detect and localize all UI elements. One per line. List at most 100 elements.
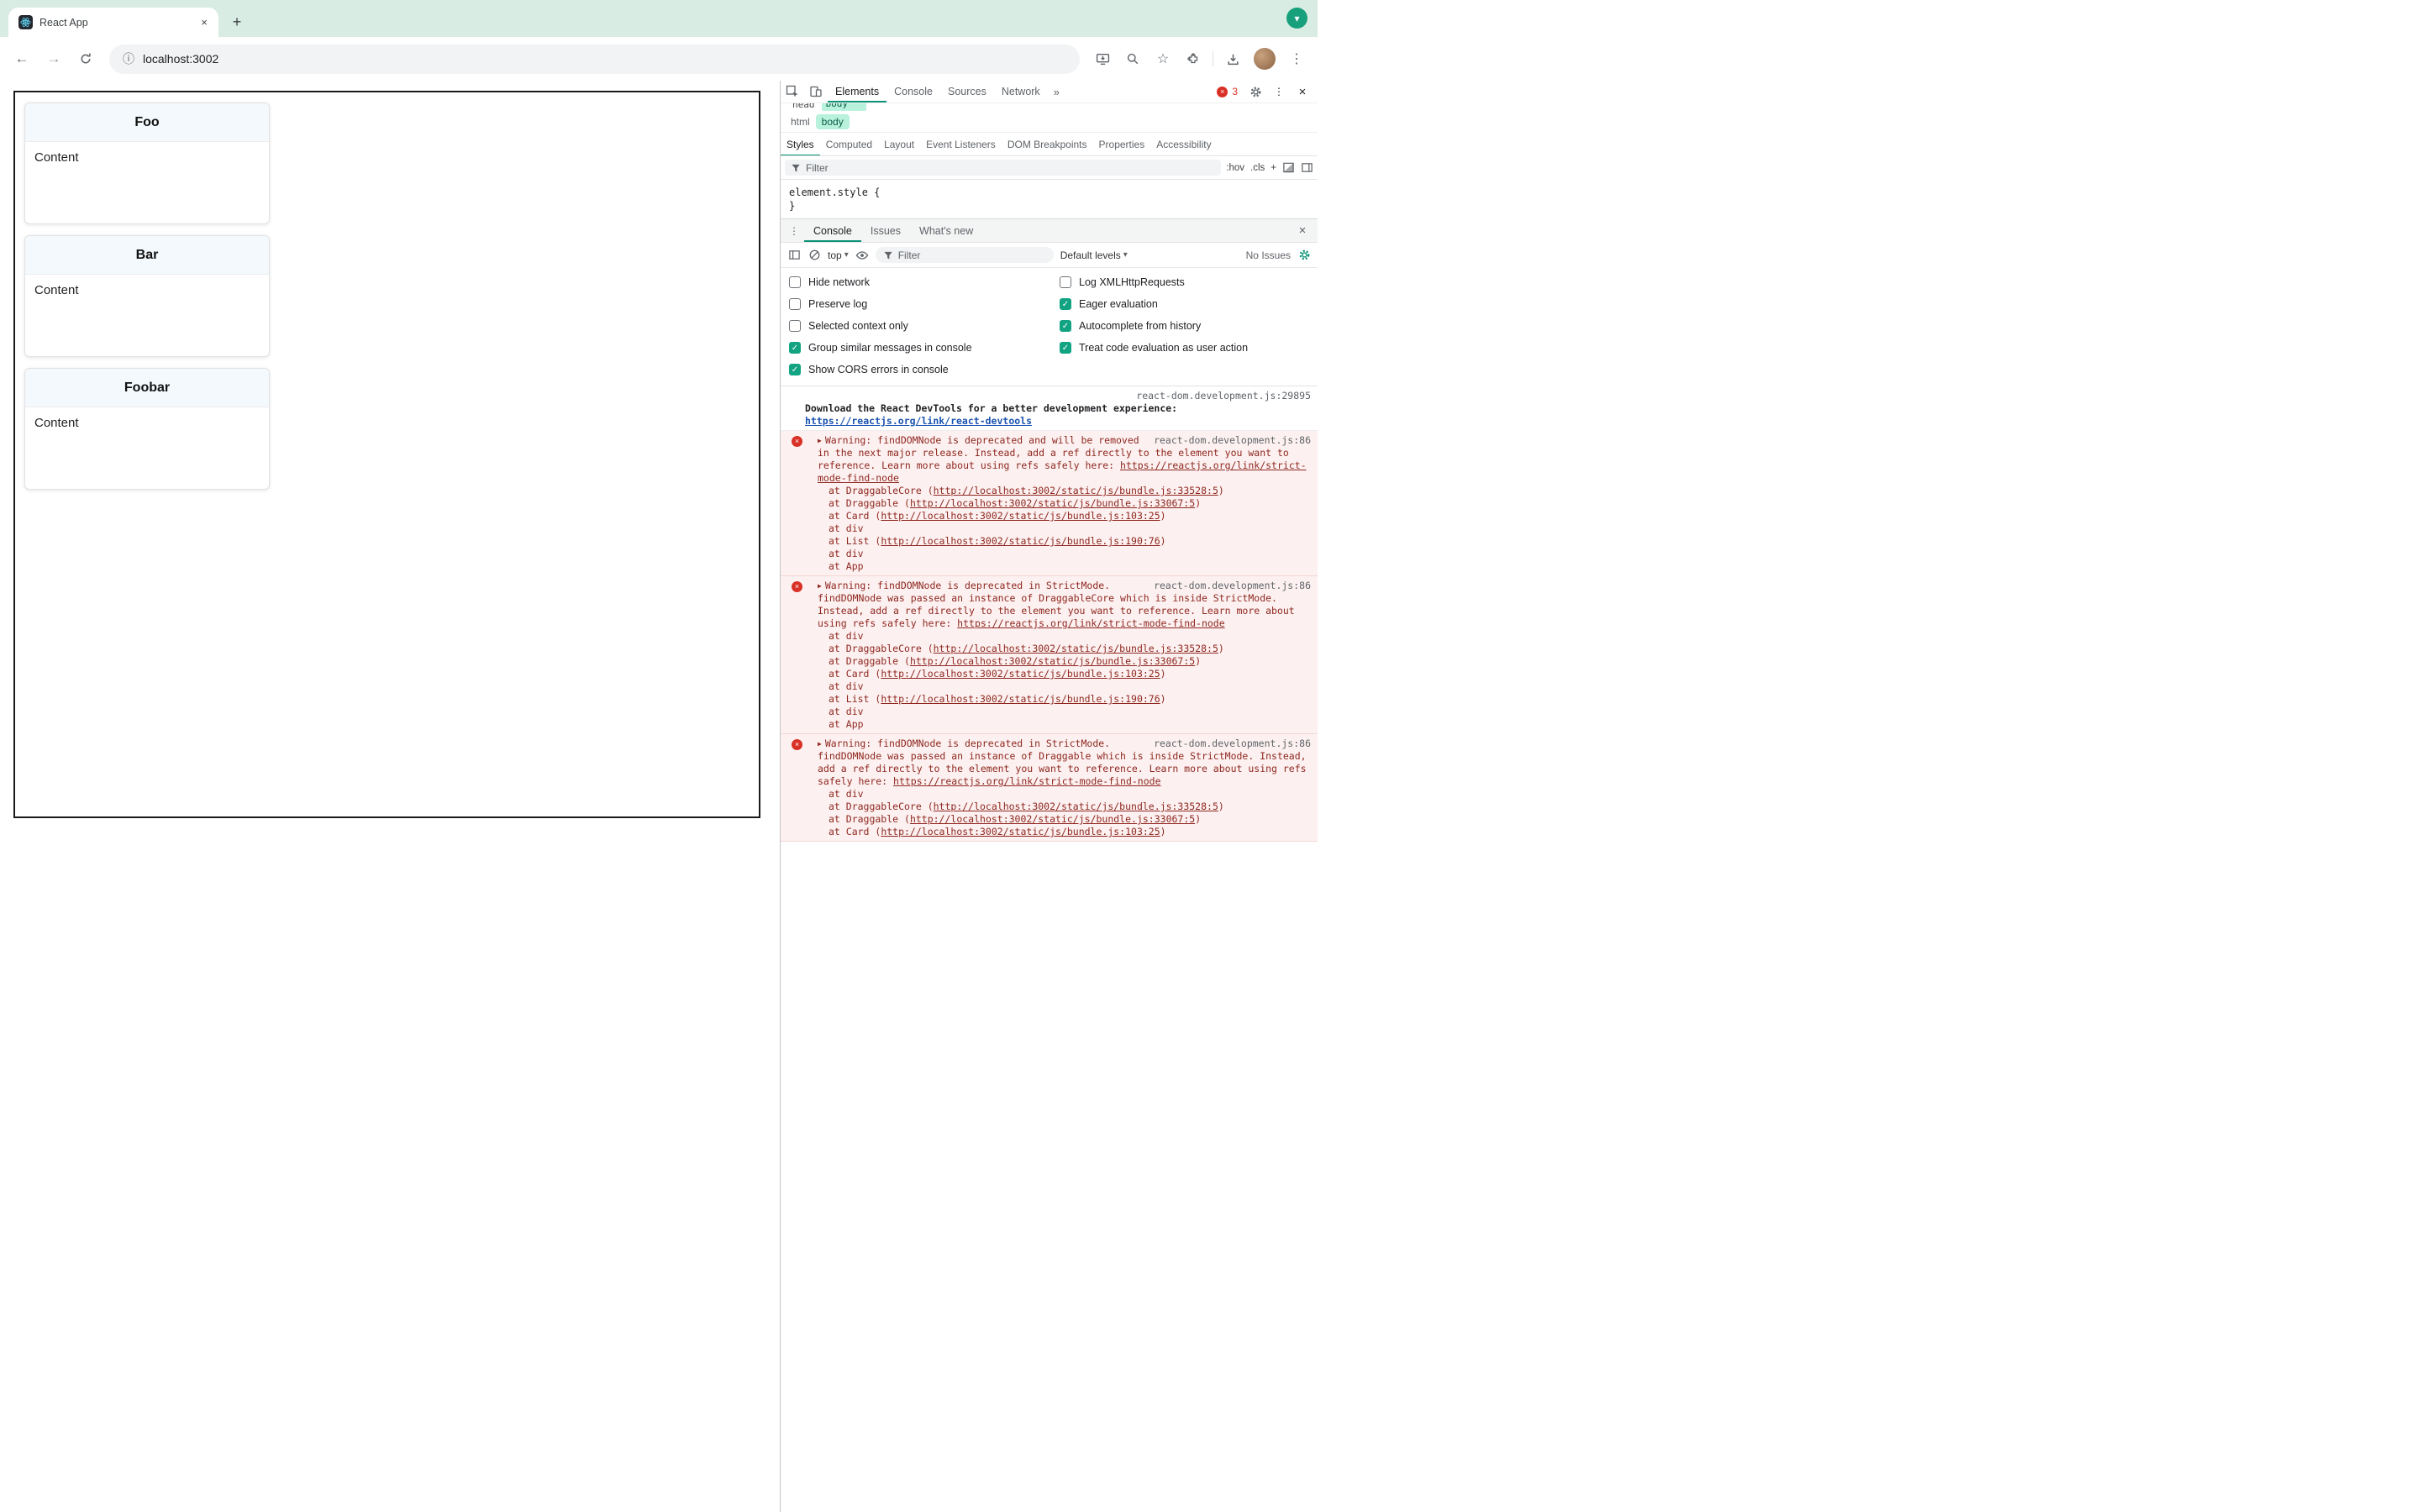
tab-close-icon[interactable]: ×	[197, 15, 212, 30]
console-sidebar-toggle-icon[interactable]	[787, 249, 801, 262]
draggable-card-bar[interactable]: Bar Content	[24, 235, 270, 357]
context-selector[interactable]: top ▾	[828, 249, 849, 261]
live-expression-eye-icon[interactable]	[855, 249, 869, 262]
styles-tab-accessibility[interactable]: Accessibility	[1150, 133, 1217, 155]
stack-frame-link[interactable]: http://localhost:3002/static/js/bundle.j…	[934, 801, 1218, 812]
checkbox[interactable]	[789, 276, 801, 288]
rendering-emulation-icon[interactable]	[1281, 161, 1295, 175]
log-levels-dropdown[interactable]: Default levels ▾	[1060, 249, 1128, 261]
checkbox[interactable]: ✓	[789, 342, 801, 354]
stack-frame-link[interactable]: http://localhost:3002/static/js/bundle.j…	[881, 510, 1160, 522]
downloads-icon[interactable]	[1218, 45, 1247, 73]
style-toggle--[interactable]: +	[1270, 163, 1276, 173]
styles-tab-dom-breakpoints[interactable]: DOM Breakpoints	[1002, 133, 1093, 155]
devtools-tab-network[interactable]: Network	[994, 81, 1048, 102]
stack-frame-link[interactable]: http://localhost:3002/static/js/bundle.j…	[881, 668, 1160, 680]
source-location-link[interactable]: react-dom.development.js:86	[1154, 434, 1311, 447]
styles-tab-event-listeners[interactable]: Event Listeners	[920, 133, 1002, 155]
checkbox[interactable]: ✓	[1060, 320, 1071, 332]
console-setting-autocomplete-from-history[interactable]: ✓ Autocomplete from history	[1060, 315, 1318, 337]
drawer-tab-what-s-new[interactable]: What's new	[910, 219, 982, 242]
devtools-menu-kebab-icon[interactable]: ⋮	[1267, 86, 1291, 97]
styles-filter-input[interactable]: Filter	[785, 160, 1222, 176]
expand-triangle-icon[interactable]: ▶	[818, 582, 822, 590]
styles-tab-properties[interactable]: Properties	[1093, 133, 1151, 155]
breadcrumb-html[interactable]: html	[785, 114, 816, 129]
stack-frame-link[interactable]: http://localhost:3002/static/js/bundle.j…	[910, 813, 1195, 825]
stack-frame-link[interactable]: http://localhost:3002/static/js/bundle.j…	[881, 535, 1160, 547]
more-tabs-icon[interactable]: »	[1048, 81, 1065, 102]
reload-button[interactable]	[71, 45, 101, 73]
draggable-card-foo[interactable]: Foo Content	[24, 102, 270, 224]
devtools-settings-gear-icon[interactable]	[1244, 86, 1267, 98]
stack-frame-link[interactable]: http://localhost:3002/static/js/bundle.j…	[910, 655, 1195, 667]
console-filter-input[interactable]: Filter	[875, 247, 1054, 263]
extensions-puzzle-icon[interactable]	[1179, 45, 1207, 73]
styles-tab-layout[interactable]: Layout	[878, 133, 920, 155]
stack-frame-link[interactable]: http://localhost:3002/static/js/bundle.j…	[934, 485, 1218, 496]
forward-button[interactable]: →	[39, 45, 69, 73]
source-location-link[interactable]: react-dom.development.js:86	[1154, 580, 1311, 592]
dom-node-body-selected[interactable]: body	[821, 103, 866, 111]
drawer-tab-console[interactable]: Console	[804, 219, 861, 242]
console-setting-selected-context-only[interactable]: Selected context only	[789, 315, 1060, 337]
checkbox[interactable]: ✓	[1060, 298, 1071, 310]
devtools-tab-elements[interactable]: Elements	[828, 81, 886, 102]
stack-frame-link[interactable]: http://localhost:3002/static/js/bundle.j…	[881, 826, 1160, 837]
card-title[interactable]: Bar	[25, 236, 269, 275]
checkbox[interactable]: ✓	[789, 364, 801, 375]
card-title[interactable]: Foobar	[25, 369, 269, 407]
card-title[interactable]: Foo	[25, 103, 269, 142]
dom-tree-clipped-row[interactable]: head body	[781, 103, 1318, 111]
profile-avatar[interactable]	[1254, 48, 1276, 70]
styles-tab-styles[interactable]: Styles	[781, 133, 820, 155]
checkbox[interactable]	[1060, 276, 1071, 288]
expand-triangle-icon[interactable]: ▶	[818, 740, 822, 748]
console-setting-hide-network[interactable]: Hide network	[789, 271, 1060, 293]
site-info-icon[interactable]: ⓘ	[123, 50, 134, 67]
style-toggle--cls[interactable]: .cls	[1250, 163, 1265, 173]
device-toolbar-icon[interactable]	[804, 81, 828, 102]
drawer-menu-kebab-icon[interactable]: ⋮	[784, 219, 804, 242]
stack-frame-link[interactable]: http://localhost:3002/static/js/bundle.j…	[910, 497, 1195, 509]
styles-tab-computed[interactable]: Computed	[820, 133, 878, 155]
address-bar[interactable]: ⓘ localhost:3002	[109, 44, 1080, 74]
devtools-tab-console[interactable]: Console	[886, 81, 940, 102]
checkbox[interactable]	[789, 320, 801, 332]
console-link[interactable]: https://reactjs.org/link/strict-mode-fin…	[957, 617, 1225, 629]
expand-triangle-icon[interactable]: ▶	[818, 437, 822, 444]
back-button[interactable]: ←	[7, 45, 37, 73]
drawer-close-icon[interactable]: ×	[1291, 219, 1314, 242]
browser-tab-react-app[interactable]: React App ×	[8, 8, 218, 37]
stack-frame-link[interactable]: http://localhost:3002/static/js/bundle.j…	[934, 643, 1218, 654]
devtools-tab-sources[interactable]: Sources	[940, 81, 994, 102]
console-setting-show-cors-errors-in-console[interactable]: ✓ Show CORS errors in console	[789, 359, 1060, 381]
stack-frame-link[interactable]: http://localhost:3002/static/js/bundle.j…	[881, 693, 1160, 705]
devtools-close-icon[interactable]: ×	[1291, 85, 1314, 99]
dom-node-head[interactable]: head	[792, 103, 815, 110]
checkbox[interactable]	[789, 298, 801, 310]
console-setting-group-similar-messages-in-console[interactable]: ✓ Group similar messages in console	[789, 337, 1060, 359]
show-sidebar-panel-icon[interactable]	[1300, 161, 1313, 175]
install-app-icon[interactable]	[1088, 45, 1117, 73]
search-icon[interactable]	[1118, 45, 1147, 73]
new-tab-button[interactable]: +	[225, 10, 249, 34]
console-setting-log-xmlhttprequests[interactable]: Log XMLHttpRequests	[1060, 271, 1318, 293]
console-setting-treat-code-evaluation-as-user-action[interactable]: ✓ Treat code evaluation as user action	[1060, 337, 1318, 359]
clear-console-icon[interactable]	[808, 249, 821, 262]
source-location-link[interactable]: react-dom.development.js:86	[1154, 738, 1311, 750]
element-style-rule[interactable]: element.style { }	[781, 180, 1318, 218]
checkbox[interactable]: ✓	[1060, 342, 1071, 354]
bookmark-star-icon[interactable]: ☆	[1149, 45, 1177, 73]
issues-counter[interactable]: No Issues	[1246, 249, 1291, 261]
console-setting-preserve-log[interactable]: Preserve log	[789, 293, 1060, 315]
breadcrumb-body[interactable]: body	[815, 113, 850, 129]
console-settings-gear-icon[interactable]	[1297, 249, 1311, 262]
console-setting-eager-evaluation[interactable]: ✓ Eager evaluation	[1060, 293, 1318, 315]
error-count-badge[interactable]: × 3	[1211, 86, 1244, 97]
console-link[interactable]: https://reactjs.org/link/strict-mode-fin…	[893, 775, 1161, 787]
drawer-tab-issues[interactable]: Issues	[861, 219, 910, 242]
style-toggle--hov[interactable]: :hov	[1226, 163, 1244, 173]
source-location-link[interactable]: react-dom.development.js:29895	[805, 390, 1311, 402]
console-link[interactable]: https://reactjs.org/link/react-devtools	[805, 415, 1032, 427]
